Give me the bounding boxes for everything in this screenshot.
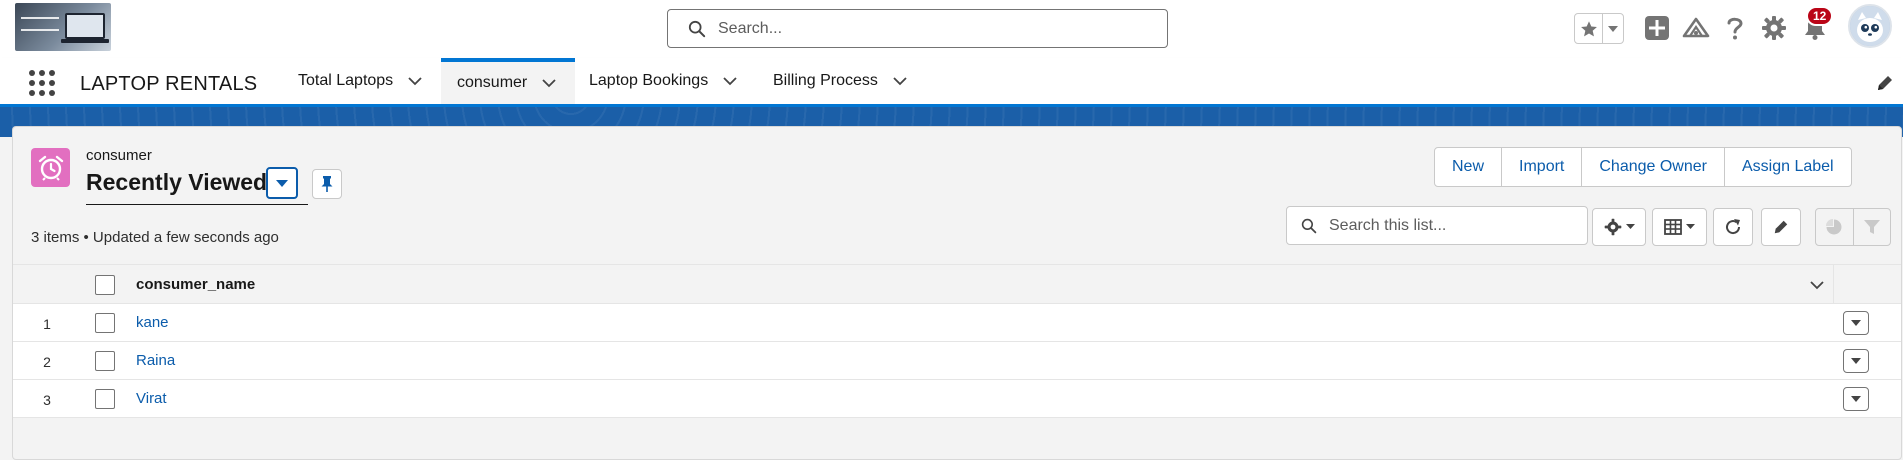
column-divider: [1833, 265, 1834, 305]
record-link[interactable]: Raina: [136, 352, 175, 369]
record-link[interactable]: Virat: [136, 390, 167, 407]
records-table: consumer_name 1 kane 2 Raina 3 Virat: [13, 264, 1901, 418]
nav-tab-billing-process[interactable]: Billing Process: [773, 58, 908, 104]
list-search-input[interactable]: [1329, 216, 1579, 235]
caret-down-icon: [1851, 396, 1861, 402]
list-view-picker-button[interactable]: [266, 167, 298, 199]
list-view-title-underline: [86, 204, 308, 205]
caret-down-icon: [1608, 25, 1618, 32]
chevron-down-icon[interactable]: [1809, 277, 1825, 293]
caret-down-icon: [1686, 224, 1695, 229]
row-actions-button[interactable]: [1843, 311, 1869, 335]
favorites-button[interactable]: [1575, 14, 1603, 43]
pin-list-view-button[interactable]: [312, 169, 342, 199]
list-actions-button-group: New Import Change Owner Assign Label: [1434, 147, 1852, 187]
row-select-checkbox[interactable]: [95, 351, 115, 371]
chevron-down-icon[interactable]: [407, 76, 423, 86]
show-charts-button: [1816, 209, 1854, 245]
table-row: 2 Raina: [13, 342, 1901, 380]
user-avatar[interactable]: [1848, 4, 1892, 48]
column-header-consumer-name[interactable]: consumer_name: [136, 276, 255, 293]
star-icon: [1580, 20, 1597, 36]
list-search-box[interactable]: [1286, 206, 1588, 245]
list-view-meta: 3 items • Updated a few seconds ago: [31, 229, 279, 246]
row-actions-button[interactable]: [1843, 349, 1869, 373]
list-view-card: consumer Recently Viewed 3 items • Updat…: [12, 126, 1902, 460]
import-button[interactable]: Import: [1502, 148, 1583, 186]
logo-laptop-base: [61, 39, 109, 43]
pin-icon: [321, 176, 333, 192]
chevron-down-icon[interactable]: [541, 78, 557, 88]
object-label: consumer: [86, 147, 152, 164]
table-header-row: consumer_name: [13, 264, 1901, 305]
pie-chart-icon: [1826, 219, 1842, 235]
chevron-down-icon[interactable]: [722, 76, 738, 86]
gear-icon: [1762, 16, 1786, 40]
favorites-button-group: [1574, 13, 1624, 44]
row-number: 2: [43, 354, 51, 370]
global-search-input[interactable]: [718, 19, 1138, 38]
caret-down-icon: [1851, 358, 1861, 364]
help-icon: [1727, 17, 1743, 40]
global-header: 12: [0, 0, 1903, 58]
setup-button[interactable]: [1760, 14, 1788, 42]
nav-tab-label: Billing Process: [773, 72, 878, 89]
search-icon: [1301, 218, 1317, 233]
chart-filter-button-group: [1815, 208, 1891, 246]
table-row: 3 Virat: [13, 380, 1901, 418]
logo-laptop-graphic: [65, 13, 105, 39]
global-actions-button[interactable]: [1643, 14, 1671, 42]
search-icon: [688, 20, 706, 37]
caret-down-icon: [1625, 224, 1635, 229]
filter-button: [1854, 209, 1891, 245]
trailhead-button[interactable]: [1682, 14, 1710, 42]
row-select-checkbox[interactable]: [95, 313, 115, 333]
logo-text-lines: [21, 17, 59, 31]
nav-tab-total-laptops[interactable]: Total Laptops: [298, 58, 423, 104]
refresh-button[interactable]: [1713, 208, 1753, 246]
list-view-title[interactable]: Recently Viewed: [86, 169, 267, 196]
app-logo[interactable]: [15, 3, 111, 51]
notification-count-badge: 12: [1806, 6, 1834, 26]
nav-tab-label: Laptop Bookings: [589, 72, 709, 89]
caret-down-icon: [276, 179, 288, 187]
record-link[interactable]: kane: [136, 314, 169, 331]
edit-list-button[interactable]: [1761, 208, 1801, 246]
filter-icon: [1863, 220, 1880, 234]
new-button[interactable]: New: [1435, 148, 1503, 186]
alarm-clock-icon: [31, 148, 70, 187]
gear-icon: [1604, 218, 1621, 236]
app-launcher-icon[interactable]: [29, 70, 57, 98]
refresh-icon: [1726, 219, 1741, 235]
app-name: LAPTOP RENTALS: [80, 73, 258, 95]
trailhead-icon: [1682, 17, 1710, 38]
row-actions-button[interactable]: [1843, 387, 1869, 411]
global-search-box[interactable]: [667, 9, 1168, 48]
row-number: 3: [43, 392, 51, 408]
caret-down-icon: [1851, 320, 1861, 326]
table-row: 1 kane: [13, 304, 1901, 342]
nav-tab-consumer[interactable]: consumer: [441, 58, 575, 104]
display-as-button[interactable]: [1652, 208, 1707, 246]
favorites-menu-button[interactable]: [1603, 14, 1623, 43]
table-icon: [1664, 219, 1682, 235]
chevron-down-icon[interactable]: [892, 76, 908, 86]
nav-tab-label: Total Laptops: [298, 72, 394, 89]
add-icon: [1645, 16, 1669, 40]
change-owner-button[interactable]: Change Owner: [1582, 148, 1725, 186]
pencil-icon: [1774, 220, 1788, 234]
help-button[interactable]: [1721, 14, 1749, 42]
app-navigation-bar: LAPTOP RENTALS Total Laptops consumer La…: [0, 58, 1903, 107]
row-number: 1: [43, 316, 51, 332]
user-avatar-icon: [1850, 6, 1890, 46]
edit-nav-pencil-icon[interactable]: [1876, 74, 1894, 92]
row-select-checkbox[interactable]: [95, 389, 115, 409]
assign-label-button[interactable]: Assign Label: [1725, 148, 1851, 186]
nav-tab-label: consumer: [457, 74, 528, 91]
select-all-checkbox[interactable]: [95, 275, 115, 295]
list-view-controls-button[interactable]: [1592, 208, 1646, 246]
nav-tab-laptop-bookings[interactable]: Laptop Bookings: [589, 58, 738, 104]
